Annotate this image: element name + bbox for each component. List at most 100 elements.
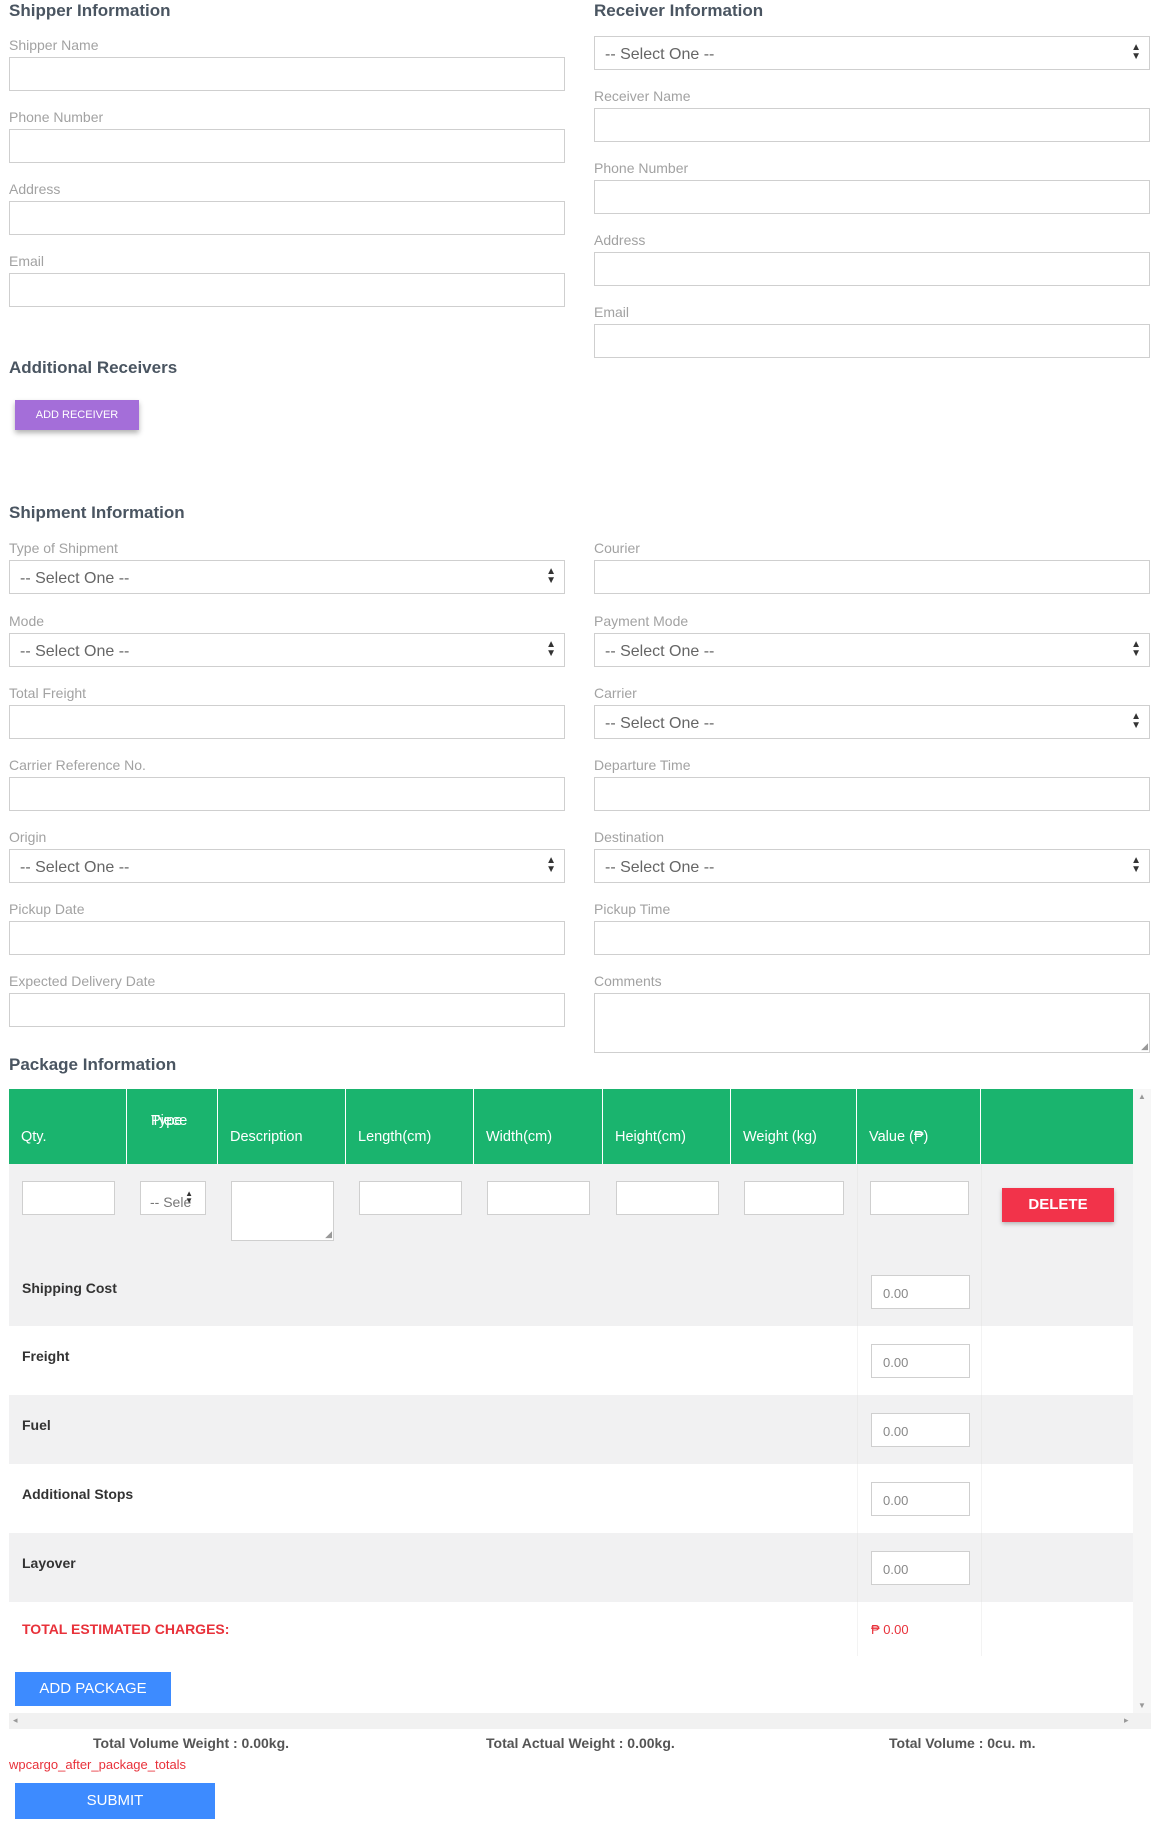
expected-delivery-input[interactable] bbox=[9, 993, 565, 1027]
shipper-section-title: Shipper Information bbox=[9, 1, 171, 20]
comments-textarea[interactable]: ◢ bbox=[594, 993, 1150, 1053]
add-package-button[interactable]: ADD PACKAGE bbox=[15, 1672, 171, 1706]
total-charges-label: TOTAL ESTIMATED CHARGES: bbox=[22, 1621, 230, 1637]
carrier-select[interactable]: -- Select One -- ▲ ▼ bbox=[594, 705, 1150, 739]
package-totals-hook-text: wpcargo_after_package_totals bbox=[9, 1757, 187, 1772]
payment-mode-label: Payment Mode bbox=[594, 613, 689, 629]
select-arrows-icon: ▲ ▼ bbox=[1131, 42, 1141, 62]
package-table-scroll-area: Qty. Piece Type Description Length(cm) Wi… bbox=[9, 1089, 1151, 1729]
col-header-qty: Qty. bbox=[9, 1089, 127, 1164]
shipment-section-title: Shipment Information bbox=[9, 503, 185, 522]
horizontal-scrollbar[interactable]: ◂ ▸ bbox=[9, 1713, 1151, 1729]
layover-input[interactable]: 0.00 bbox=[871, 1551, 970, 1585]
shipper-phone-label: Phone Number bbox=[9, 109, 104, 125]
receiver-name-input[interactable] bbox=[594, 108, 1150, 142]
receiver-address-label: Address bbox=[594, 232, 646, 248]
value-input[interactable] bbox=[870, 1181, 969, 1215]
destination-select[interactable]: -- Select One -- ▲ ▼ bbox=[594, 849, 1150, 883]
total-actual-weight: Total Actual Weight : 0.00kg. bbox=[486, 1735, 675, 1751]
scroll-right-icon[interactable]: ▸ bbox=[1124, 1715, 1129, 1726]
destination-select-value: -- Select One -- bbox=[605, 859, 715, 876]
receiver-phone-input[interactable] bbox=[594, 180, 1150, 214]
origin-select-value: -- Select One -- bbox=[20, 859, 130, 876]
layover-label: Layover bbox=[22, 1555, 76, 1571]
select-arrows-icon: ▲ ▼ bbox=[1131, 639, 1141, 659]
total-charges-value: ₱ 0.00 bbox=[871, 1622, 909, 1637]
length-input[interactable] bbox=[359, 1181, 462, 1215]
package-section-title: Package Information bbox=[9, 1055, 177, 1074]
carrier-label: Carrier bbox=[594, 685, 637, 701]
delete-package-button[interactable]: DELETE bbox=[1002, 1188, 1114, 1222]
total-freight-input[interactable] bbox=[9, 705, 565, 739]
shipper-name-input[interactable] bbox=[9, 57, 565, 91]
total-volume-weight: Total Volume Weight : 0.00kg. bbox=[93, 1735, 290, 1751]
mode-select[interactable]: -- Select One -- ▲ ▼ bbox=[9, 633, 565, 667]
scroll-left-icon[interactable]: ◂ bbox=[13, 1715, 18, 1726]
carrier-select-value: -- Select One -- bbox=[605, 715, 715, 732]
departure-time-input[interactable] bbox=[594, 777, 1150, 811]
description-textarea[interactable]: ◢ bbox=[231, 1181, 334, 1241]
shipper-phone-input[interactable] bbox=[9, 129, 565, 163]
receiver-email-label: Email bbox=[594, 304, 630, 320]
courier-label: Courier bbox=[594, 540, 640, 556]
col-header-height: Height(cm) bbox=[603, 1089, 731, 1164]
width-input[interactable] bbox=[487, 1181, 590, 1215]
receiver-select-value: -- Select One -- bbox=[605, 46, 715, 63]
select-arrows-icon: ▲ ▼ bbox=[1131, 855, 1141, 875]
pickup-date-input[interactable] bbox=[9, 921, 565, 955]
origin-select[interactable]: -- Select One -- ▲ ▼ bbox=[9, 849, 565, 883]
carrier-reference-input[interactable] bbox=[9, 777, 565, 811]
shipper-email-input[interactable] bbox=[9, 273, 565, 307]
pickup-time-input[interactable] bbox=[594, 921, 1150, 955]
receiver-select[interactable]: -- Select One -- ▲ ▼ bbox=[594, 36, 1150, 70]
shipping-cost-input[interactable]: 0.00 bbox=[871, 1275, 970, 1309]
payment-mode-value: -- Select One -- bbox=[605, 643, 715, 660]
receiver-phone-label: Phone Number bbox=[594, 160, 689, 176]
qty-input[interactable] bbox=[22, 1181, 115, 1215]
additional-stops-row: Additional Stops 0.00 bbox=[9, 1464, 1133, 1533]
weight-input[interactable] bbox=[744, 1181, 844, 1215]
origin-label: Origin bbox=[9, 829, 47, 845]
expected-delivery-label: Expected Delivery Date bbox=[9, 973, 156, 989]
additional-stops-label: Additional Stops bbox=[22, 1486, 134, 1502]
pickup-date-label: Pickup Date bbox=[9, 901, 85, 917]
fuel-input[interactable]: 0.00 bbox=[871, 1413, 970, 1447]
additional-receivers-title: Additional Receivers bbox=[9, 358, 178, 377]
shipment-type-select[interactable]: -- Select One -- ▲ ▼ bbox=[9, 560, 565, 594]
shipping-cost-label: Shipping Cost bbox=[22, 1280, 117, 1296]
piece-type-select[interactable]: -- Sele ▲ ▼ bbox=[140, 1181, 206, 1215]
select-arrows-icon: ▲ ▼ bbox=[546, 855, 556, 875]
fuel-row: Fuel 0.00 bbox=[9, 1395, 1133, 1464]
column-divider bbox=[857, 1164, 858, 1656]
receiver-email-input[interactable] bbox=[594, 324, 1150, 358]
receiver-section-title: Receiver Information bbox=[594, 1, 764, 20]
courier-input[interactable] bbox=[594, 560, 1150, 594]
col-header-value: Value (₱) bbox=[857, 1089, 981, 1164]
scroll-up-icon[interactable]: ▲ bbox=[1138, 1092, 1146, 1101]
additional-stops-input[interactable]: 0.00 bbox=[871, 1482, 970, 1516]
resize-grip-icon: ◢ bbox=[325, 1229, 332, 1239]
payment-mode-select[interactable]: -- Select One -- ▲ ▼ bbox=[594, 633, 1150, 667]
submit-button[interactable]: SUBMIT bbox=[15, 1783, 215, 1819]
package-table-header: Qty. Piece Type Description Length(cm) Wi… bbox=[9, 1089, 1133, 1164]
shipper-address-input[interactable] bbox=[9, 201, 565, 235]
scroll-down-icon[interactable]: ▼ bbox=[1138, 1701, 1146, 1710]
layover-row: Layover 0.00 bbox=[9, 1533, 1133, 1602]
col-header-actions bbox=[981, 1089, 1133, 1164]
col-header-width: Width(cm) bbox=[474, 1089, 603, 1164]
freight-input[interactable]: 0.00 bbox=[871, 1344, 970, 1378]
add-receiver-button[interactable]: ADD RECEIVER bbox=[15, 400, 139, 430]
col-header-piece-type: Piece Type bbox=[127, 1089, 218, 1164]
carrier-reference-label: Carrier Reference No. bbox=[9, 757, 146, 773]
height-input[interactable] bbox=[616, 1181, 719, 1215]
shipment-type-value: -- Select One -- bbox=[20, 570, 130, 587]
comments-label: Comments bbox=[594, 973, 662, 989]
select-arrows-icon: ▲ ▼ bbox=[185, 1189, 193, 1205]
mode-select-value: -- Select One -- bbox=[20, 643, 130, 660]
freight-label: Freight bbox=[22, 1348, 70, 1364]
select-arrows-icon: ▲ ▼ bbox=[546, 566, 556, 586]
receiver-address-input[interactable] bbox=[594, 252, 1150, 286]
select-arrows-icon: ▲ ▼ bbox=[1131, 711, 1141, 731]
column-divider bbox=[981, 1164, 982, 1656]
vertical-scrollbar[interactable]: ▲ ▼ bbox=[1133, 1089, 1151, 1713]
